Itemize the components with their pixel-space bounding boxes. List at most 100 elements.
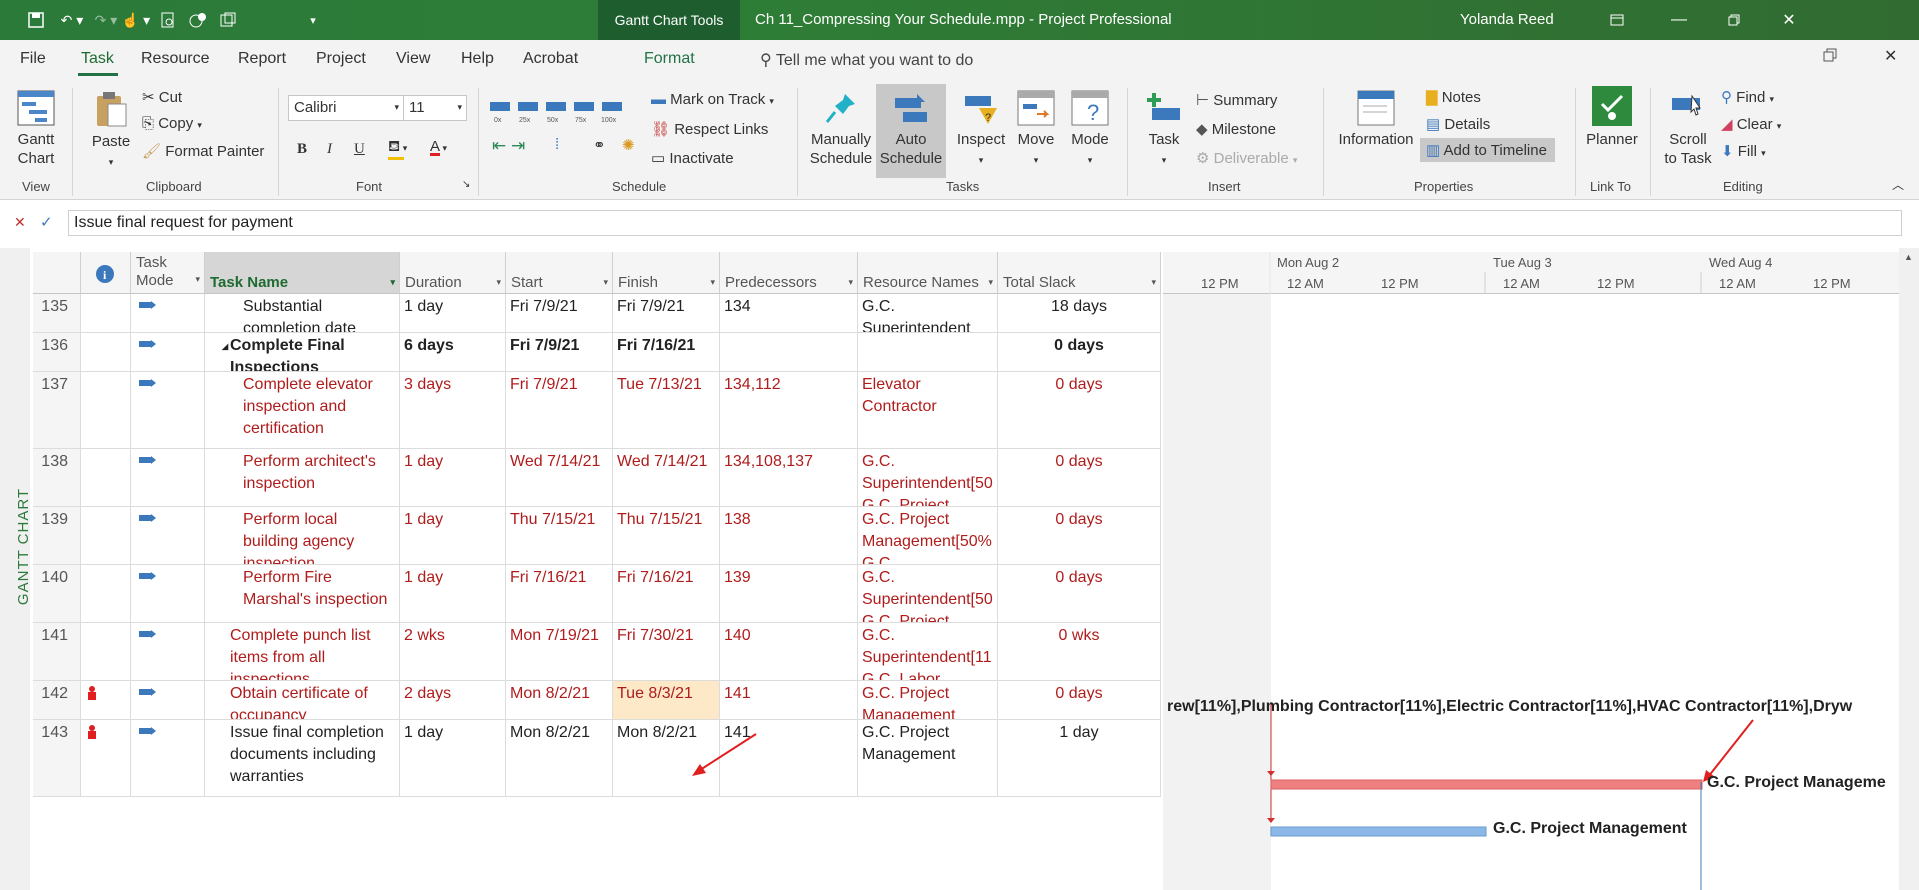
unlink-tasks-icon[interactable]: ✺ — [622, 136, 635, 154]
collapse-icon[interactable]: ◢ — [222, 336, 228, 358]
row-id[interactable]: 142 — [33, 681, 81, 719]
start-cell[interactable]: Fri 7/16/21 — [506, 565, 613, 622]
row-id[interactable]: 136 — [33, 333, 81, 371]
row-id[interactable]: 135 — [33, 294, 81, 332]
finish-cell[interactable]: Tue 8/3/21 — [613, 681, 720, 719]
column-dropdown-icon[interactable]: ▾ — [1151, 277, 1156, 288]
predecessors-cell[interactable] — [720, 333, 858, 371]
duration-cell[interactable]: 1 day — [400, 507, 506, 564]
scroll-up-icon[interactable]: ▲ — [1904, 252, 1913, 262]
resource-names-cell[interactable]: G.C. Project Management — [858, 720, 998, 796]
row-id[interactable]: 141 — [33, 623, 81, 680]
find-button[interactable]: ⚲ Find ▾ — [1721, 88, 1774, 106]
row-id[interactable]: 137 — [33, 372, 81, 448]
total-slack-cell[interactable]: 0 days — [998, 372, 1161, 448]
indicator-cell[interactable] — [81, 333, 131, 371]
task-name-cell[interactable]: ◢ Complete Final Inspections — [205, 333, 400, 371]
confirm-entry-icon[interactable]: ✓ — [40, 213, 53, 231]
predecessors-cell[interactable]: 134,108,137 — [720, 449, 858, 506]
duration-cell[interactable]: 1 day — [400, 449, 506, 506]
task-name-cell[interactable]: Perform architect's inspection — [205, 449, 400, 506]
paste-button[interactable]: Paste ▾ — [88, 90, 134, 172]
start-column-header[interactable]: Start ▾ — [506, 252, 613, 294]
table-row[interactable]: 139 Perform local building agency inspect… — [33, 507, 1161, 565]
italic-button[interactable]: I — [327, 141, 332, 158]
cancel-entry-icon[interactable]: ✕ — [14, 214, 26, 231]
predecessors-cell[interactable]: 138 — [720, 507, 858, 564]
row-id[interactable]: 143 — [33, 720, 81, 796]
auto-schedule-button[interactable]: Auto Schedule — [876, 84, 946, 178]
column-dropdown-icon[interactable]: ▾ — [848, 277, 853, 288]
finish-cell[interactable]: Fri 7/16/21 — [613, 565, 720, 622]
column-dropdown-icon[interactable]: ▾ — [195, 270, 200, 288]
notes-button[interactable]: ▇ Notes — [1426, 88, 1481, 106]
ribbon-display-options-icon[interactable] — [1597, 8, 1637, 32]
tab-format[interactable]: Format — [644, 50, 695, 68]
indicator-cell[interactable] — [81, 565, 131, 622]
task-name-cell[interactable]: Perform local building agency inspection — [205, 507, 400, 564]
indicator-cell[interactable] — [81, 294, 131, 332]
resource-names-column-header[interactable]: Resource Names ▾ — [858, 252, 998, 294]
save-icon[interactable] — [24, 10, 48, 30]
task-name-cell[interactable]: Complete elevator inspection and certifi… — [205, 372, 400, 448]
tab-task[interactable]: Task — [81, 50, 114, 68]
tell-me-search[interactable]: ⚲ Tell me what you want to do — [760, 50, 973, 70]
restore-window-icon[interactable] — [1823, 48, 1837, 67]
total-slack-cell[interactable]: 1 day — [998, 720, 1161, 796]
percent-25-button[interactable]: 25x — [518, 102, 538, 124]
tab-report[interactable]: Report — [238, 50, 286, 68]
task-mode-cell[interactable] — [131, 507, 205, 564]
resource-names-cell[interactable]: G.C. Project Management — [858, 681, 998, 719]
format-painter-button[interactable]: 🖌 Format Painter — [142, 142, 264, 160]
start-cell[interactable]: Wed 7/14/21 — [506, 449, 613, 506]
finish-cell[interactable]: Wed 7/14/21 — [613, 449, 720, 506]
copy-button[interactable]: ⎘ Copy ▾ — [142, 115, 202, 132]
predecessors-cell[interactable]: 141 — [720, 681, 858, 719]
underline-button[interactable]: U — [354, 141, 365, 158]
column-dropdown-icon[interactable]: ▾ — [496, 277, 501, 288]
start-cell[interactable]: Fri 7/9/21 — [506, 333, 613, 371]
task-bar-142[interactable] — [1270, 779, 1703, 790]
tab-resource[interactable]: Resource — [141, 50, 209, 68]
task-mode-cell[interactable] — [131, 681, 205, 719]
close-window-icon[interactable]: ✕ — [1884, 46, 1897, 66]
table-row[interactable]: 140 Perform Fire Marshal's inspection 1 da… — [33, 565, 1161, 623]
percent-0-button[interactable]: 0x — [490, 102, 510, 124]
link-tasks-icon[interactable]: ⚭ — [593, 136, 606, 154]
percent-100-button[interactable]: 100x — [601, 102, 622, 124]
fill-color-button[interactable]: ⛾ ▾ — [388, 138, 407, 160]
inspect-button[interactable]: ? Inspect ▾ — [955, 90, 1007, 170]
milestone-button[interactable]: ◆ Milestone — [1196, 120, 1276, 138]
duration-cell[interactable]: 1 day — [400, 720, 506, 796]
resource-names-cell[interactable]: G.C. Superintendent[11 G.C. Labor — [858, 623, 998, 680]
duration-cell[interactable]: 2 wks — [400, 623, 506, 680]
duration-cell[interactable]: 2 days — [400, 681, 506, 719]
duration-cell[interactable]: 6 days — [400, 333, 506, 371]
font-dialog-launcher-icon[interactable]: ↘ — [462, 179, 470, 190]
duration-cell[interactable]: 3 days — [400, 372, 506, 448]
bold-button[interactable]: B — [297, 141, 307, 158]
tab-help[interactable]: Help — [461, 50, 494, 68]
minimize-icon[interactable]: — — [1659, 8, 1699, 32]
respect-links-button[interactable]: ⛓ Respect Links — [651, 120, 768, 138]
select-all-corner[interactable] — [33, 252, 81, 294]
font-family-select[interactable]: Calibri ▾ — [288, 95, 404, 121]
task-name-cell[interactable]: Issue final completion documents includi… — [205, 720, 400, 796]
fill-button[interactable]: ⬇ Fill ▾ — [1721, 142, 1766, 160]
predecessors-cell[interactable]: 134 — [720, 294, 858, 332]
start-cell[interactable]: Mon 8/2/21 — [506, 720, 613, 796]
table-row[interactable]: 143 Issue final completion documents incl… — [33, 720, 1161, 797]
task-mode-column-header[interactable]: Task Mode ▾ — [131, 252, 205, 294]
font-size-select[interactable]: 11 ▾ — [403, 95, 467, 121]
cut-button[interactable]: ✂ Cut — [142, 88, 182, 106]
task-name-column-header[interactable]: Task Name ▾ — [205, 252, 400, 294]
resource-names-cell[interactable]: G.C. Superintendent[50 G.C. Project — [858, 449, 998, 506]
tab-acrobat[interactable]: Acrobat — [523, 50, 578, 68]
row-id[interactable]: 138 — [33, 449, 81, 506]
start-cell[interactable]: Fri 7/9/21 — [506, 372, 613, 448]
indicator-cell[interactable] — [81, 507, 131, 564]
duration-cell[interactable]: 1 day — [400, 294, 506, 332]
mark-on-track-button[interactable]: ▬ Mark on Track ▾ — [651, 91, 774, 108]
move-button[interactable]: Move ▾ — [1011, 90, 1061, 170]
finish-cell[interactable]: Fri 7/30/21 — [613, 623, 720, 680]
